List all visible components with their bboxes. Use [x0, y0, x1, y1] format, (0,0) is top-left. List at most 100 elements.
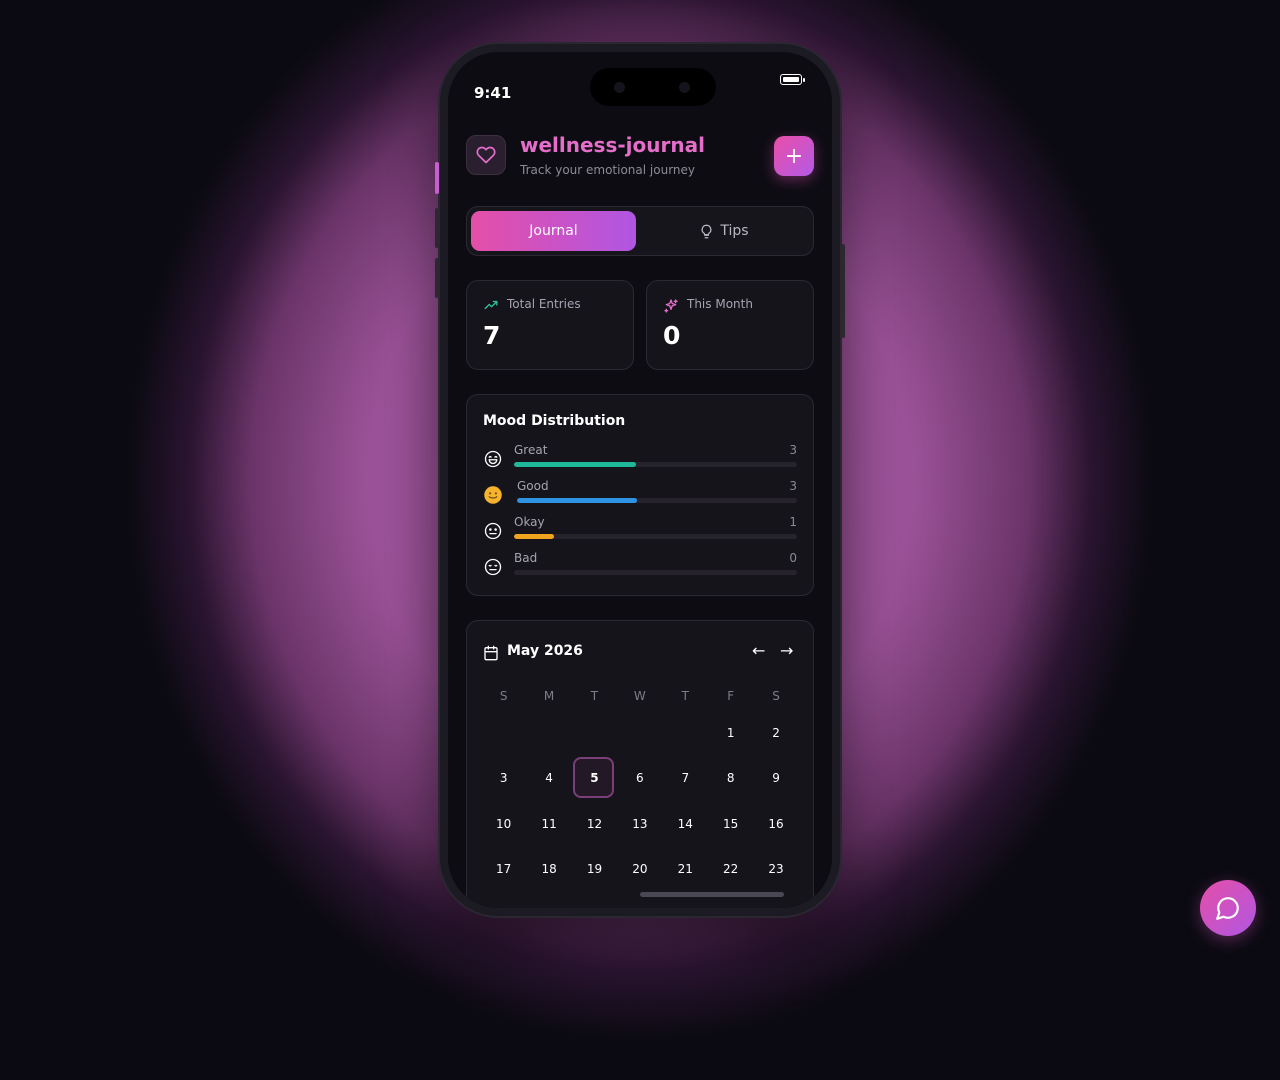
calendar-grid: SMTWTFS 1 2 3 4 5 6 7 8 9 10 11 12 13 14 15 16 17 18 19 20 2… — [481, 681, 799, 893]
logo — [466, 135, 506, 175]
calendar-day[interactable]: 19 — [572, 847, 617, 892]
calendar-weeks: 1 2 3 4 5 6 7 8 9 10 11 12 13 14 15 16 17 18 19 20 21 22 23 — [481, 711, 799, 893]
neutral-face-icon — [483, 521, 503, 541]
calendar-day-empty — [572, 711, 617, 756]
mood-bar-track — [514, 570, 797, 575]
weekday-header: SMTWTFS — [481, 681, 799, 711]
chat-bubble-icon — [1216, 897, 1239, 920]
stat-total-entries: Total Entries 7 — [466, 280, 634, 370]
calendar-day[interactable]: 17 — [481, 847, 526, 892]
tab-journal-label: Journal — [529, 223, 578, 239]
trending-up-icon — [484, 300, 498, 310]
calendar-day[interactable]: 22 — [708, 847, 753, 892]
mood-bar-track — [514, 462, 797, 467]
calendar-day[interactable]: 8 — [708, 756, 753, 801]
mood-row-good: Good 3 — [483, 479, 797, 511]
sad-face-icon — [483, 557, 503, 577]
chat-button[interactable] — [1200, 880, 1256, 936]
phone-frame: 9:41 wellness-journal Track your emotion… — [435, 44, 845, 916]
dynamic-island — [590, 68, 716, 106]
calendar-day[interactable]: 1 — [708, 711, 753, 756]
calendar-day[interactable]: 9 — [753, 756, 798, 801]
mood-bar-track — [514, 534, 797, 539]
home-indicator — [640, 892, 784, 897]
grin-icon — [483, 449, 503, 469]
mood-row-okay: Okay 1 — [483, 515, 797, 547]
status-time: 9:41 — [474, 84, 512, 102]
mood-row-bad: Bad 0 — [483, 551, 797, 583]
calendar-month: May 2026 — [507, 643, 583, 659]
mood-bar-fill — [514, 534, 554, 539]
calendar-day-empty — [481, 711, 526, 756]
stat-value: 7 — [483, 321, 501, 350]
calendar-day-empty — [617, 711, 662, 756]
power-button — [841, 244, 845, 338]
weekday-label: S — [772, 689, 780, 703]
volume-down-button — [435, 258, 439, 298]
stat-this-month: This Month 0 — [646, 280, 814, 370]
mood-bar-fill — [514, 462, 636, 467]
mood-label: Okay — [514, 515, 545, 529]
weekday-label: S — [499, 689, 508, 703]
volume-up-button — [435, 208, 439, 248]
battery-icon — [780, 74, 805, 85]
calendar-day[interactable]: 11 — [526, 802, 571, 847]
calendar-day[interactable]: 15 — [708, 802, 753, 847]
calendar-day[interactable]: 14 — [663, 802, 708, 847]
smile-emoji-icon — [483, 485, 503, 505]
prev-month-button[interactable]: ← — [752, 641, 765, 660]
calendar-day[interactable]: 23 — [753, 847, 798, 892]
calendar-day[interactable]: 13 — [617, 802, 662, 847]
app-title: wellness-journal — [520, 133, 705, 157]
mood-count: 0 — [789, 551, 797, 565]
mood-bar-track — [517, 498, 797, 503]
calendar-week: 12 — [481, 711, 799, 756]
calendar-day-empty — [526, 711, 571, 756]
mood-bar-fill — [517, 498, 638, 503]
calendar-day[interactable]: 4 — [526, 756, 571, 801]
tab-bar: Journal Tips — [466, 206, 814, 256]
mood-count: 3 — [789, 479, 797, 493]
lightbulb-icon — [701, 224, 712, 238]
tab-journal[interactable]: Journal — [471, 211, 636, 251]
calendar-day[interactable]: 12 — [572, 802, 617, 847]
calendar-day[interactable]: 2 — [753, 711, 798, 756]
calendar-day-empty — [663, 711, 708, 756]
calendar-day[interactable]: 3 — [481, 756, 526, 801]
calendar-day[interactable]: 21 — [663, 847, 708, 892]
calendar-day[interactable]: 18 — [526, 847, 571, 892]
calendar-week: 17 18 19 20 21 22 23 — [481, 847, 799, 892]
weekday-label: W — [633, 689, 646, 703]
app-subtitle: Track your emotional journey — [520, 163, 696, 177]
stat-label: This Month — [687, 297, 753, 311]
stat-value: 0 — [663, 321, 681, 350]
calendar-day[interactable]: 7 — [663, 756, 708, 801]
calendar-day[interactable]: 6 — [617, 756, 662, 801]
phone-screen: 9:41 wellness-journal Track your emotion… — [448, 52, 832, 908]
sparkles-icon — [664, 299, 678, 313]
mood-label: Great — [514, 443, 548, 457]
weekday-label: T — [681, 689, 689, 703]
heart-icon — [476, 146, 496, 164]
mood-row-great: Great 3 — [483, 443, 797, 475]
add-entry-button[interactable]: + — [774, 136, 814, 176]
calendar-day-today[interactable]: 5 — [572, 756, 617, 801]
calendar-week: 10 11 12 13 14 15 16 — [481, 802, 799, 847]
calendar-icon — [484, 645, 498, 661]
stat-label: Total Entries — [507, 297, 581, 311]
weekday-label: F — [727, 689, 735, 703]
calendar-card: May 2026 ← → SMTWTFS 1 2 3 4 5 6 7 8 9 10 11 12 13 14… — [466, 620, 814, 908]
calendar-day[interactable]: 10 — [481, 802, 526, 847]
weekday-label: T — [590, 689, 599, 703]
mood-label: Good — [517, 479, 549, 493]
mood-label: Bad — [514, 551, 538, 565]
tab-tips[interactable]: Tips — [639, 211, 809, 251]
calendar-day[interactable]: 16 — [753, 802, 798, 847]
app-header: wellness-journal Track your emotional jo… — [466, 133, 814, 179]
calendar-day[interactable]: 20 — [617, 847, 662, 892]
mood-title: Mood Distribution — [483, 413, 626, 429]
plus-icon: + — [784, 143, 804, 169]
calendar-week: 3456789 — [481, 756, 799, 801]
mood-count: 3 — [789, 443, 797, 457]
next-month-button[interactable]: → — [780, 641, 793, 660]
